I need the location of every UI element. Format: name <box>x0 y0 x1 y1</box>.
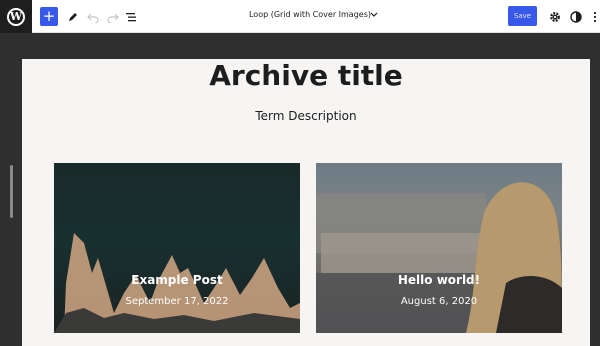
redo-button[interactable] <box>106 7 120 26</box>
undo-icon <box>87 13 99 23</box>
wordpress-logo-button[interactable]: W <box>0 0 32 33</box>
redo-icon <box>107 13 119 23</box>
chevron-down-icon[interactable] <box>370 9 378 21</box>
styles-button[interactable] <box>570 7 582 26</box>
cover-image <box>316 182 562 333</box>
more-options-button[interactable] <box>591 7 599 26</box>
post-card[interactable]: Example Post September 17, 2022 <box>54 163 300 333</box>
more-vertical-icon <box>593 11 597 22</box>
post-date: August 6, 2020 <box>400 296 478 307</box>
document-title[interactable]: Loop (Grid with Cover Images) <box>230 10 390 19</box>
cover-image <box>54 233 300 333</box>
list-view-button[interactable] <box>124 7 138 26</box>
editor-toolbar: W + Loop (Grid with Cover Images) Save <box>0 0 600 33</box>
post-card[interactable]: Hello world! August 6, 2020 <box>316 163 562 333</box>
plus-icon: + <box>42 7 56 25</box>
list-view-icon <box>126 12 136 21</box>
editor-canvas[interactable]: Archive title Term Description Example P… <box>22 59 590 346</box>
undo-button[interactable] <box>86 7 100 26</box>
archive-title[interactable]: Archive title <box>22 59 590 92</box>
term-description[interactable]: Term Description <box>22 109 590 123</box>
tools-button[interactable] <box>66 7 80 26</box>
add-block-button[interactable]: + <box>40 7 58 26</box>
settings-button[interactable] <box>549 7 561 26</box>
post-title[interactable]: Example Post <box>54 273 300 287</box>
pencil-icon <box>69 12 77 21</box>
save-button[interactable]: Save <box>508 6 537 26</box>
post-date: September 17, 2022 <box>125 296 229 307</box>
wordpress-logo-icon: W <box>7 7 25 26</box>
scroll-handle[interactable] <box>10 165 13 218</box>
post-title[interactable]: Hello world! <box>316 273 562 287</box>
half-circle-icon <box>570 10 582 23</box>
gear-icon <box>550 11 560 22</box>
